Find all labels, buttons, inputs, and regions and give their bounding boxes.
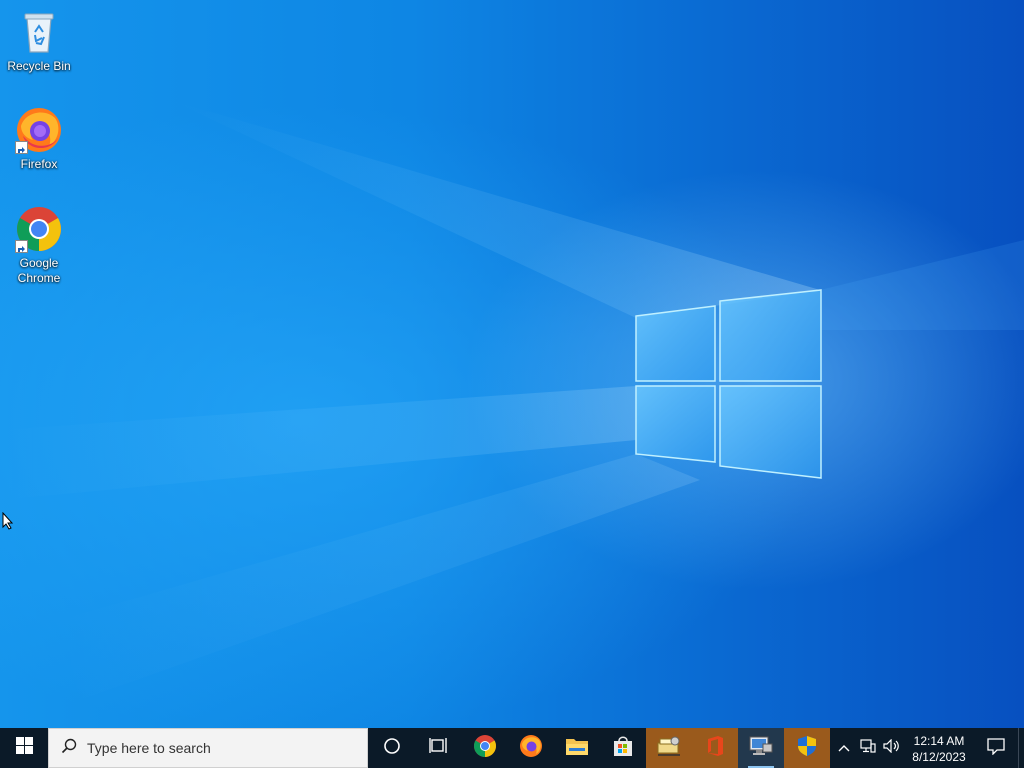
shortcut-arrow-icon <box>15 141 28 154</box>
taskbar-app-1-button[interactable] <box>646 728 692 768</box>
start-button[interactable] <box>0 728 48 768</box>
action-center-button[interactable] <box>974 728 1018 768</box>
taskbar-app-4-button[interactable] <box>784 728 830 768</box>
desktop-icon-recycle-bin[interactable]: Recycle Bin <box>1 8 77 74</box>
network-drive-icon <box>656 735 682 762</box>
network-tray-button[interactable] <box>856 728 880 768</box>
taskbar: Type here to search 12:14 AM 8/12/2023 <box>0 728 1024 768</box>
clock-date: 8/12/2023 <box>912 750 966 764</box>
show-desktop-button[interactable] <box>1018 728 1024 768</box>
wallpaper-light-beams <box>0 100 1024 700</box>
firefox-icon <box>15 106 63 154</box>
desktop-icon-google-chrome[interactable]: Google Chrome <box>1 205 77 286</box>
recycle-bin-icon <box>15 8 63 56</box>
desktop: Recycle Bin Firefox Google Chrome <box>0 0 1024 728</box>
chrome-icon <box>15 205 63 253</box>
windows-logo-wallpaper <box>635 289 822 479</box>
cortana-button[interactable] <box>368 728 416 768</box>
system-tray: 12:14 AM 8/12/2023 <box>832 728 1024 768</box>
show-hidden-icons-button[interactable] <box>832 728 856 768</box>
taskbar-app-2-button[interactable] <box>692 728 738 768</box>
cortana-circle-icon <box>383 737 401 760</box>
taskbar-firefox-button[interactable] <box>508 728 554 768</box>
desktop-icon-label: Recycle Bin <box>7 59 71 73</box>
search-placeholder: Type here to search <box>87 740 211 756</box>
desktop-icon-label: Firefox <box>20 157 58 171</box>
taskbar-clock[interactable]: 12:14 AM 8/12/2023 <box>904 731 974 765</box>
office-icon <box>705 735 725 762</box>
taskbar-chrome-button[interactable] <box>462 728 508 768</box>
shortcut-arrow-icon <box>15 240 28 253</box>
store-bag-icon <box>612 735 634 762</box>
folder-icon <box>565 736 589 761</box>
task-view-icon <box>429 737 449 760</box>
shield-icon <box>797 735 817 762</box>
remote-desktop-icon <box>749 735 773 762</box>
taskbar-file-explorer-button[interactable] <box>554 728 600 768</box>
volume-tray-button[interactable] <box>880 728 904 768</box>
desktop-icon-firefox[interactable]: Firefox <box>1 106 77 172</box>
taskbar-microsoft-store-button[interactable] <box>600 728 646 768</box>
desktop-icon-label: Google Chrome <box>17 256 61 285</box>
taskbar-search-box[interactable]: Type here to search <box>48 728 368 768</box>
task-view-button[interactable] <box>416 728 462 768</box>
taskbar-app-3-button[interactable] <box>738 728 784 768</box>
search-icon <box>61 738 77 759</box>
clock-time: 12:14 AM <box>913 734 965 748</box>
action-center-icon <box>987 737 1005 760</box>
mouse-cursor-icon <box>2 511 14 535</box>
volume-icon <box>883 738 901 758</box>
chrome-icon <box>473 734 497 763</box>
chevron-up-icon <box>838 739 850 757</box>
firefox-icon <box>519 734 543 763</box>
network-icon <box>860 738 876 758</box>
windows-logo-icon <box>15 737 33 759</box>
